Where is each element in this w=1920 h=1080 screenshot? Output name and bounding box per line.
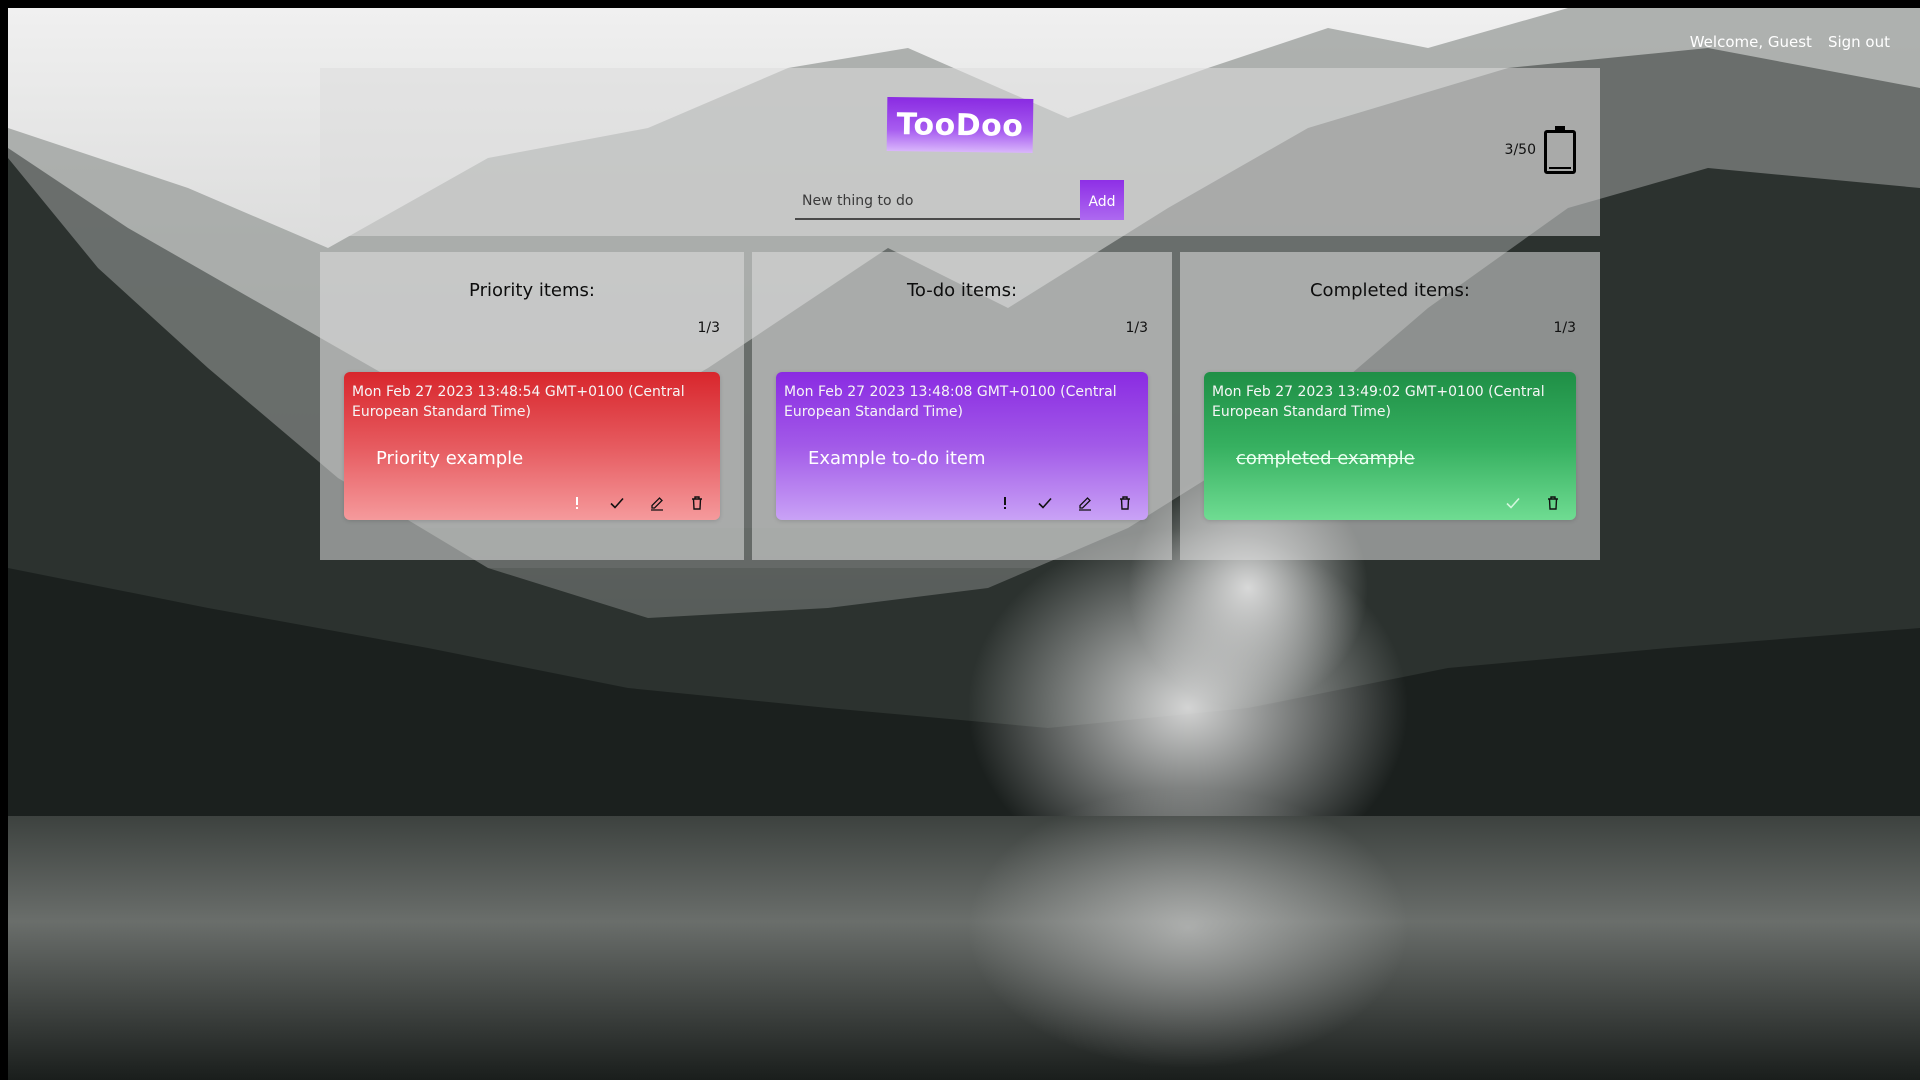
trash-icon[interactable]: [684, 490, 710, 516]
add-item-form: Add: [795, 180, 1124, 220]
welcome-text: Welcome, Guest: [1689, 33, 1812, 51]
battery-icon: [1544, 126, 1576, 174]
trash-icon[interactable]: [1112, 490, 1138, 516]
check-icon[interactable]: [1500, 490, 1526, 516]
card-text[interactable]: Example to-do item: [808, 448, 986, 469]
card-date: Mon Feb 27 2023 13:48:54 GMT+0100 (Centr…: [352, 384, 685, 420]
pencil-icon[interactable]: [1072, 490, 1098, 516]
priority-column: Priority items: 1/3 Mon Feb 27 2023 13:4…: [320, 252, 744, 560]
card-date: Mon Feb 27 2023 13:49:02 GMT+0100 (Centr…: [1212, 384, 1545, 420]
trash-icon[interactable]: [1540, 490, 1566, 516]
card-text[interactable]: Priority example: [376, 448, 523, 469]
pencil-icon[interactable]: [644, 490, 670, 516]
exclamation-icon[interactable]: [992, 490, 1018, 516]
sign-out-link[interactable]: Sign out: [1828, 33, 1890, 51]
card-text[interactable]: completed example: [1236, 448, 1415, 469]
completed-column: Completed items: 1/3 Mon Feb 27 2023 13:…: [1180, 252, 1600, 560]
todo-card: Mon Feb 27 2023 13:49:02 GMT+0100 (Centr…: [1204, 372, 1576, 520]
card-actions: [564, 490, 710, 516]
new-item-input[interactable]: [795, 180, 1080, 220]
column-count: 1/3: [697, 320, 720, 336]
card-actions: [992, 490, 1138, 516]
column-title: To-do items:: [906, 280, 1018, 301]
app-logo: TooDoo: [886, 96, 1034, 154]
check-icon[interactable]: [604, 490, 630, 516]
column-title: Completed items:: [1309, 280, 1470, 301]
column-count: 1/3: [1125, 320, 1148, 336]
card-actions: [1500, 490, 1566, 516]
column-count: 1/3: [1553, 320, 1576, 336]
add-button[interactable]: Add: [1080, 180, 1124, 220]
todo-card: Mon Feb 27 2023 13:48:08 GMT+0100 (Centr…: [776, 372, 1148, 520]
column-title: Priority items:: [469, 280, 595, 301]
todo-card: Mon Feb 27 2023 13:48:54 GMT+0100 (Centr…: [344, 372, 720, 520]
todo-column: To-do items: 1/3 Mon Feb 27 2023 13:48:0…: [752, 252, 1172, 560]
check-icon[interactable]: [1032, 490, 1058, 516]
capacity-indicator: 3/50: [1505, 126, 1576, 174]
header-panel: TooDoo Add 3/50: [320, 68, 1600, 236]
capacity-count: 3/50: [1504, 142, 1536, 158]
exclamation-icon[interactable]: [564, 490, 590, 516]
top-nav: Welcome, Guest Sign out: [1690, 33, 1890, 51]
card-date: Mon Feb 27 2023 13:48:08 GMT+0100 (Centr…: [784, 384, 1117, 420]
